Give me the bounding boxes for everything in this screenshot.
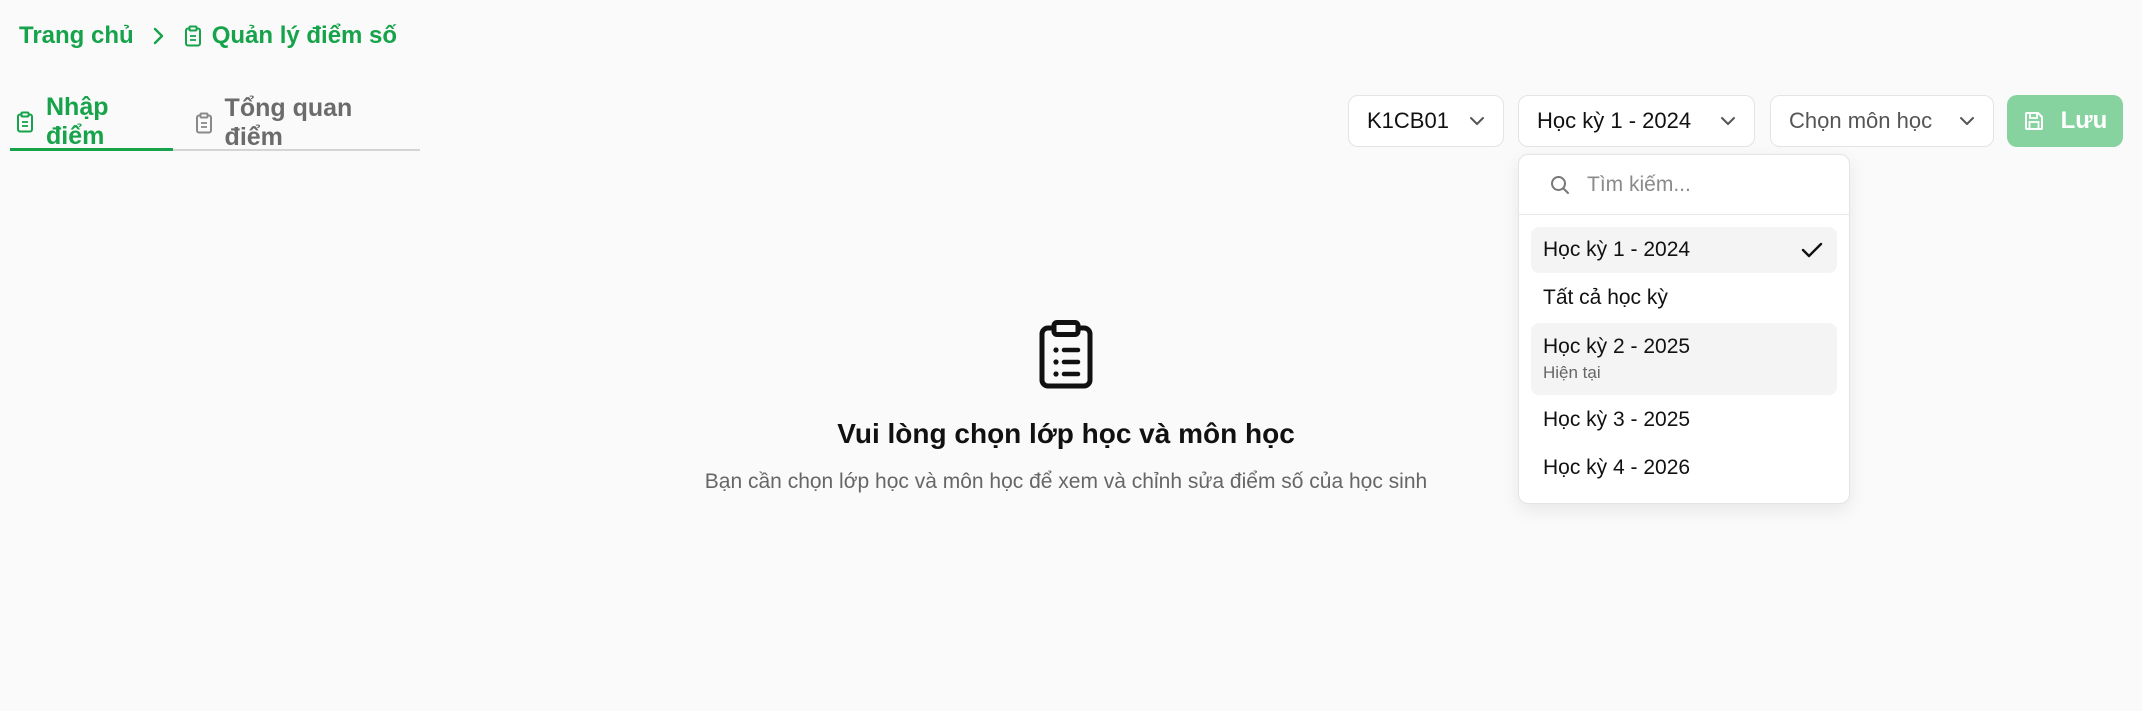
dropdown-search — [1519, 155, 1849, 215]
tab-label: Tổng quan điểm — [224, 94, 353, 151]
dropdown-option[interactable]: Tất cả học kỳ — [1531, 275, 1837, 321]
chevron-down-icon — [1469, 116, 1485, 126]
chevron-down-icon — [1720, 116, 1736, 126]
breadcrumb-current-label: Quản lý điểm số — [211, 22, 398, 49]
subject-select[interactable]: Chọn môn học — [1770, 95, 1994, 147]
semester-select[interactable]: Học kỳ 1 - 2024 — [1518, 95, 1755, 147]
option-label: Học kỳ 1 - 2024 — [1543, 238, 1691, 261]
semester-select-value: Học kỳ 1 - 2024 — [1537, 108, 1692, 133]
dropdown-search-input[interactable] — [1587, 172, 1827, 197]
clipboard-icon — [195, 112, 213, 134]
clipboard-icon — [184, 25, 202, 47]
clipboard-list-icon — [1038, 320, 1094, 390]
save-button[interactable]: Lưu — [2007, 95, 2123, 147]
chevron-down-icon — [1959, 116, 1975, 126]
empty-state-title: Vui lòng chọn lớp học và môn học — [837, 418, 1295, 449]
dropdown-option[interactable]: Học kỳ 1 - 2024 — [1531, 227, 1837, 273]
clipboard-icon — [16, 111, 34, 133]
subject-select-placeholder: Chọn môn học — [1789, 108, 1933, 133]
save-button-label: Lưu — [2060, 107, 2108, 134]
tab-grade-entry[interactable]: Nhập điểm — [10, 92, 173, 151]
check-icon — [1801, 241, 1823, 259]
breadcrumb-current: Quản lý điểm số — [184, 22, 397, 50]
class-select[interactable]: K1CB01 — [1348, 95, 1504, 147]
search-icon — [1549, 174, 1571, 196]
empty-state: Vui lòng chọn lớp học và môn học Bạn cần… — [0, 320, 2132, 494]
breadcrumb: Trang chủ Quản lý điểm số — [19, 22, 397, 50]
save-icon — [2023, 110, 2045, 132]
breadcrumb-home-link[interactable]: Trang chủ — [19, 22, 134, 50]
tab-grade-overview[interactable]: Tổng quan điểm — [173, 94, 420, 151]
tab-label: Nhập điểm — [46, 92, 109, 150]
grade-management-page: Trang chủ Quản lý điểm số Nhập điểm Tổng… — [0, 0, 2142, 711]
class-select-value: K1CB01 — [1367, 108, 1449, 133]
empty-state-description: Bạn cần chọn lớp học và môn học để xem v… — [704, 470, 1428, 493]
tab-bar: Nhập điểm Tổng quan điểm — [10, 92, 420, 151]
chevron-right-icon — [152, 26, 166, 46]
option-label: Tất cả học kỳ — [1543, 286, 1668, 309]
